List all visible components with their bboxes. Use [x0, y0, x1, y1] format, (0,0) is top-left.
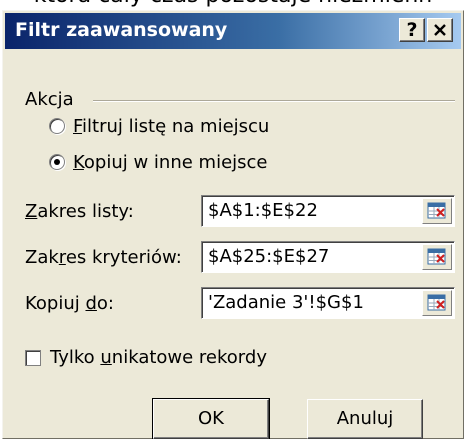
criteria-range-value: $A$25:$E$27 [208, 246, 330, 267]
unique-records-checkbox-row[interactable]: Tylko unikatowe rekordy [25, 347, 267, 368]
close-icon [434, 24, 446, 36]
dialog-title: Filtr zaawansowany [15, 19, 228, 41]
criteria-range-label: Zakres kryteriów: [25, 247, 182, 268]
advanced-filter-dialog: Filtr zaawansowany ? Akcja Filtruj listę… [2, 10, 464, 439]
radio-copy-to-other-location[interactable]: Kopiuj w inne miejsce [49, 151, 268, 173]
unique-records-checkbox[interactable] [25, 349, 41, 366]
help-button[interactable]: ? [399, 18, 425, 42]
radio-button[interactable] [49, 118, 65, 134]
copy-to-ref-button[interactable] [422, 290, 452, 316]
radio-label: Filtruj listę na miejscu [73, 115, 270, 137]
unique-records-label: Tylko unikatowe rekordy [50, 347, 267, 368]
collapse-dialog-icon [427, 294, 446, 311]
radio-button-selected[interactable] [49, 154, 65, 170]
radio-filter-in-place[interactable]: Filtruj listę na miejscu [49, 115, 269, 137]
action-group-label: Akcja [25, 89, 74, 110]
criteria-range-ref-button[interactable] [422, 244, 452, 270]
radio-label: Kopiuj w inne miejsce [73, 151, 268, 173]
list-range-ref-button[interactable] [422, 198, 452, 224]
collapse-dialog-icon [427, 202, 446, 219]
ok-button[interactable]: OK [152, 398, 270, 439]
list-range-label: Zakres listy: [25, 201, 134, 222]
list-range-input[interactable]: $A$1:$E$22 [201, 195, 455, 227]
title-bar[interactable]: Filtr zaawansowany ? [5, 13, 461, 49]
criteria-range-input[interactable]: $A$25:$E$27 [201, 241, 455, 273]
cancel-button[interactable]: Anuluj [307, 399, 423, 439]
background-document-text: która cały czas pozostaje niezmienn [0, 0, 466, 9]
list-range-value: $A$1:$E$22 [208, 200, 318, 221]
copy-to-value: 'Zadanie 3'!$G$1 [208, 292, 364, 313]
collapse-dialog-icon [427, 248, 446, 265]
copy-to-label: Kopiuj do: [25, 293, 114, 314]
copy-to-input[interactable]: 'Zadanie 3'!$G$1 [201, 287, 455, 319]
group-divider [93, 100, 455, 102]
close-button[interactable] [427, 18, 453, 42]
